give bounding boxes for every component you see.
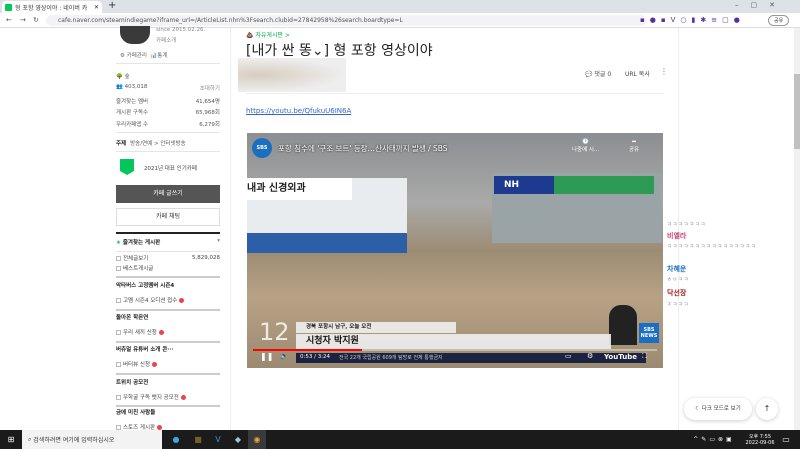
divider — [116, 132, 220, 133]
forward-icon[interactable]: → — [20, 15, 26, 26]
divider — [116, 151, 220, 152]
start-button[interactable]: ⊞ — [0, 430, 22, 449]
green-sign — [554, 176, 654, 194]
taskbar: ⊞ ⌕ 검색하려면 여기에 입력하십시오 ● ■ V ◆ ◉ ^✎▭⊗▣ 오후 … — [0, 430, 800, 449]
fav-boards-header[interactable]: ★ 즐겨찾는 게시판 ▾ — [116, 238, 220, 246]
chat-panel — [678, 28, 794, 430]
app-icon[interactable]: ◆ — [230, 430, 246, 449]
divider — [116, 309, 220, 311]
youtube-player[interactable]: 내과 신경외과 NH SBS 포항 침수에 '구조 보트' 등장…산사태까지 발… — [247, 133, 663, 368]
divider — [116, 251, 220, 252]
stat-row: 게시판 구독수 65,968회 — [116, 110, 220, 116]
close-tab-icon[interactable]: ✕ — [94, 4, 99, 11]
subtitles-icon[interactable]: ▭ — [565, 352, 572, 360]
chrome-icon[interactable]: ◉ — [248, 430, 266, 449]
youtube-logo[interactable]: YouTube — [604, 353, 637, 361]
board-item[interactable]: 우학굴 구독 뱃지 공모전 — [116, 393, 186, 401]
new-badge-icon — [157, 424, 163, 430]
divider — [116, 405, 220, 407]
edge-icon[interactable]: ● — [168, 430, 184, 449]
stat-row: 우리카페앱 수 6,279회 — [116, 122, 220, 128]
board-group: 버츄얼 유튜버 소개 콘··· — [116, 347, 174, 353]
dark-mode-button[interactable]: ☾ 다크 모드로 보기 — [684, 398, 752, 420]
url-copy-button[interactable]: URL 복사 — [625, 69, 650, 78]
reload-icon[interactable]: ↻ — [33, 15, 39, 26]
cafe-intro-link[interactable]: 카페소개 — [156, 36, 176, 44]
progress-bar[interactable] — [253, 349, 657, 351]
taskbar-search[interactable]: ⌕ 검색하려면 여기에 입력하십시오 — [22, 430, 162, 449]
share-button[interactable]: ➦ 공유 — [629, 139, 639, 153]
settings-icon[interactable]: ⚙ — [587, 352, 593, 360]
invite-link[interactable]: 초대하기 — [200, 84, 220, 92]
back-icon[interactable]: ← — [6, 15, 12, 26]
clock[interactable]: 오후 7:55 2022-09-06 — [744, 430, 776, 449]
stat-row: 즐겨찾는 멤버 41,654명 — [116, 99, 220, 105]
cafe-logo[interactable] — [120, 26, 150, 44]
board-group: 트위치 공모전 — [116, 380, 149, 386]
browser-tab[interactable]: 형 포항 영상이야 : 네이버 카 ✕ — [2, 1, 102, 13]
board-link[interactable]: 💩 자유게시판 > — [246, 30, 290, 39]
divider — [246, 93, 664, 94]
board-best[interactable]: 베스트게시글 — [116, 264, 153, 272]
new-badge-icon — [152, 361, 158, 367]
scroll-top-button[interactable]: ↑ — [756, 398, 778, 420]
divider — [230, 28, 231, 430]
new-tab-button[interactable]: + — [108, 0, 116, 11]
sbs-logo-icon: SBS — [252, 138, 272, 158]
sbs-news-badge: SBS NEWS — [639, 323, 659, 343]
cafe-manage-link[interactable]: ⚙ 카페관리 📊통계 — [120, 51, 167, 59]
youtube-link[interactable]: https://youtu.be/QfukuU6IN6A — [246, 107, 351, 115]
cafe-chat-button[interactable]: 카페 채팅 — [116, 208, 220, 226]
level-label: 🌳 숲 — [116, 74, 130, 80]
topic-row: 주제 방송/연예 > 인터넷방송 — [116, 141, 186, 147]
chat-message: ㅈㅋㅋㅋ — [667, 302, 690, 308]
divider — [116, 341, 220, 343]
board-all-posts[interactable]: 전체글보기 5,829,028 — [116, 254, 220, 262]
minecraft-icon[interactable]: ■ — [190, 430, 206, 449]
volume-icon[interactable]: 🔈 — [280, 352, 289, 360]
member-count[interactable]: 👥 403,018 — [116, 84, 147, 92]
new-badge-icon — [180, 394, 186, 400]
chat-message: ㅎㅇㅋㅋ — [667, 277, 690, 283]
divider — [116, 63, 220, 64]
scrollbar[interactable] — [794, 28, 800, 430]
new-badge-icon — [158, 329, 164, 335]
board-item[interactable]: 우리 새끼 신청 — [116, 328, 164, 336]
chat-username: 닥선장 — [667, 289, 687, 297]
url-input[interactable]: cafe.naver.com/steamindiegame?iframe_url… — [46, 15, 646, 26]
cafe-write-button[interactable]: 카페 글쓰기 — [116, 185, 220, 203]
fullscreen-icon[interactable]: ⛶ — [642, 352, 647, 361]
new-badge-icon — [179, 297, 185, 303]
chat-username: 차혜운 — [667, 265, 687, 273]
board-item[interactable]: 고멤 시즌4 오디션 접수 — [116, 296, 185, 304]
board-item[interactable]: 버터뷰 신청 — [116, 360, 158, 368]
divider — [116, 373, 220, 375]
board-group: 금에 미친 사람들 — [116, 410, 156, 416]
tray-icons[interactable]: ^✎▭⊗▣ — [686, 430, 742, 449]
board-group: 돌아온 학몬연 — [116, 315, 149, 321]
profile-button[interactable]: 공유 — [768, 15, 790, 26]
article-title: [내가 싼 똥⌄] 형 포항 영상이야 — [246, 43, 433, 59]
watch-later-button[interactable]: 🕑 나중에 시... — [572, 139, 599, 153]
board-group: 악타버스 고정멤버 시즌4 — [116, 283, 175, 289]
divider — [116, 232, 220, 234]
naver-cafe-icon — [5, 3, 12, 11]
chat-username: 비엘라 — [667, 232, 687, 240]
extension-icons[interactable]: ▪●▪V○▮✱≡▢● — [640, 15, 745, 26]
author-blurred — [238, 58, 346, 92]
comment-count[interactable]: 💬 댓글 0 — [585, 69, 611, 78]
naver-badge-icon — [120, 159, 134, 175]
window-controls[interactable]: –▢✕ — [735, 0, 787, 11]
vegas-icon[interactable]: V — [210, 430, 226, 449]
divider — [116, 276, 220, 278]
chat-message: ㅋㅋㅋㅋㅋㅋㅋㅋㅋㅋㅋㅋㅋㅋㅋㅋ — [667, 244, 757, 250]
tab-bar: 형 포항 영상이야 : 네이버 카 ✕ + –▢✕ — [0, 0, 800, 13]
chat-message: ㅋㅋㅋㅋㅋㅋㅋ — [667, 222, 707, 228]
pause-icon[interactable]: ❚❚ — [260, 352, 273, 361]
notification-icon[interactable]: ▭ — [778, 430, 794, 449]
more-icon[interactable]: ⋮ — [660, 67, 668, 76]
sign-language-interpreter — [609, 305, 637, 345]
